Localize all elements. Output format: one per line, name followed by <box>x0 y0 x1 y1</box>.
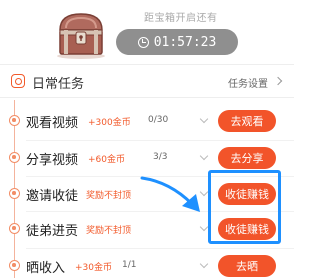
section-title: 日常任务 <box>32 77 85 92</box>
timeline-dot-icon <box>9 188 20 199</box>
task-reward: 奖励不封顶 <box>86 191 132 201</box>
timeline-dot-icon <box>9 115 20 126</box>
task-name: 观看视频 <box>26 116 79 131</box>
header-divider <box>0 64 294 65</box>
chevron-down-icon[interactable] <box>199 259 209 269</box>
chevron-down-icon[interactable] <box>199 114 209 124</box>
section-divider <box>0 97 294 98</box>
timeline-dot-icon <box>9 260 20 271</box>
countdown-label: 距宝箱开启还有 <box>144 13 218 24</box>
timeline-dot-icon <box>9 152 20 163</box>
task-row-watch-video: 观看视频 +300金币 0/30 去观看 <box>0 104 294 140</box>
share-video-button[interactable]: 去分享 <box>218 147 276 169</box>
task-list-icon <box>11 74 25 88</box>
treasure-header: 距宝箱开启还有 01:57:23 <box>0 0 294 64</box>
task-reward: +60金币 <box>88 155 125 165</box>
treasure-chest-icon[interactable] <box>52 8 110 60</box>
task-row-share-income: 晒收入 +30金币 1/1 去晒 <box>0 249 294 280</box>
task-reward: 奖励不封顶 <box>86 226 132 236</box>
countdown-timer: 01:57:23 <box>116 29 238 55</box>
task-name: 晒收入 <box>26 261 66 276</box>
highlight-box <box>208 170 281 244</box>
clock-icon <box>137 36 149 48</box>
task-reward: +300金币 <box>88 118 131 128</box>
chevron-down-icon[interactable] <box>199 151 209 161</box>
pointer-arrow-icon <box>140 176 200 212</box>
daily-tasks-header: 日常任务 任务设置 <box>0 66 294 96</box>
timeline-dot-icon <box>9 223 20 234</box>
task-name: 徒弟进贡 <box>26 224 79 239</box>
chevron-right-icon[interactable] <box>273 76 283 86</box>
chevron-down-icon[interactable] <box>199 222 209 232</box>
timer-value: 01:57:23 <box>153 34 217 50</box>
task-progress: 1/1 <box>122 260 137 270</box>
watch-video-button[interactable]: 去观看 <box>218 110 276 132</box>
task-progress: 3/3 <box>153 152 168 162</box>
share-income-button[interactable]: 去晒 <box>218 255 276 277</box>
task-name: 分享视频 <box>26 153 79 168</box>
task-name: 邀请收徒 <box>26 189 79 204</box>
task-progress: 0/30 <box>148 115 169 125</box>
task-reward: +30金币 <box>75 263 112 273</box>
task-settings-link[interactable]: 任务设置 <box>228 75 268 90</box>
